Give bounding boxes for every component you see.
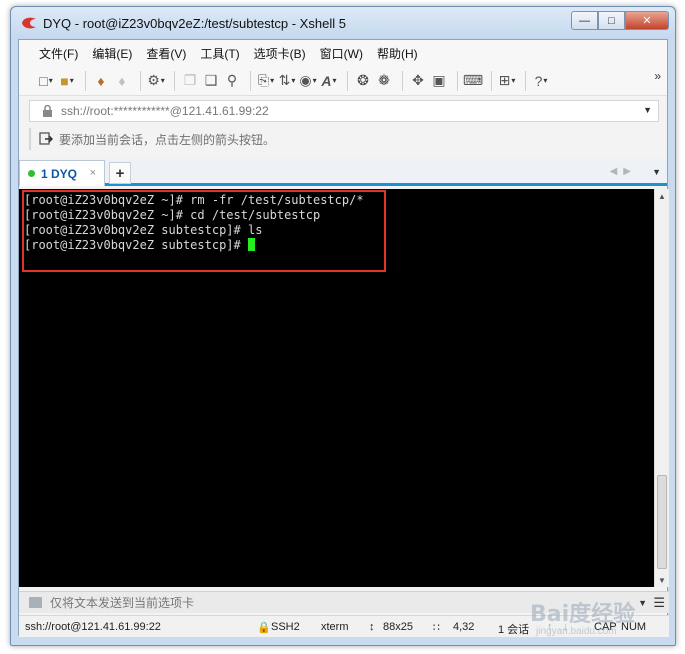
copy-icon[interactable]: ❐ [181, 72, 199, 90]
arrow-icon[interactable] [39, 132, 53, 146]
new-tab-icon[interactable]: ⊞ [498, 72, 516, 90]
open-folder-icon[interactable]: ■ [58, 72, 76, 90]
disconnect-icon[interactable]: ♦ [113, 72, 131, 90]
status-protocol: SSH2 [271, 621, 300, 633]
compose-icon [29, 597, 42, 608]
chevron-down-icon[interactable]: ▼ [638, 598, 647, 608]
menu-edit[interactable]: 编辑(E) [92, 45, 132, 62]
window-title: DYQ - root@iZ23v0bqv2eZ:/test/subtestcp … [43, 16, 346, 31]
tab-bar: 1 DYQ × + ◀▶ ▼ [19, 158, 667, 186]
keyboard-icon[interactable]: ⌨ [463, 72, 483, 90]
vertical-scrollbar[interactable]: ▲ ▼ [654, 189, 669, 587]
transfer-icon[interactable]: ⇅ [278, 72, 296, 90]
lock-icon[interactable]: ▣ [430, 72, 448, 90]
close-button[interactable]: ✕ [625, 11, 669, 30]
tab-label: 1 DYQ [41, 166, 78, 181]
status-cursor-pos: 4,32 [453, 621, 475, 633]
lock-icon [43, 105, 52, 117]
session-hint-bar: 要添加当前会话，点击左侧的箭头按钮。 [29, 128, 659, 150]
toolbar: □ ■ ♦ ♦ ⚙ ❐ ❑ ⚲ ⎘ ⇅ ◉ A ❂ ❁ ✥ ▣ ⌨ ⊞ [19, 66, 667, 96]
connected-status-icon [28, 170, 35, 177]
client-area: 文件(F) 编辑(E) 查看(V) 工具(T) 选项卡(B) 窗口(W) 帮助(… [18, 39, 669, 637]
menu-tools[interactable]: 工具(T) [200, 45, 239, 62]
toolbar-divider [85, 70, 86, 91]
address-bar[interactable]: ssh://root:************@121.41.61.99:22 … [29, 100, 659, 122]
status-term: xterm [321, 621, 349, 633]
font-icon[interactable]: A [320, 72, 338, 90]
status-down-icon[interactable]: ↓ [563, 621, 569, 633]
status-up-icon[interactable]: ↑ [547, 621, 553, 633]
xshell-app-icon [22, 17, 36, 29]
scrollbar-thumb[interactable] [657, 475, 667, 569]
menu-icon[interactable]: ☰ [653, 595, 665, 611]
chevron-down-icon[interactable]: ▼ [652, 167, 661, 177]
minimize-button[interactable]: — [571, 11, 598, 30]
globe-icon[interactable]: ◉ [299, 72, 317, 90]
toolbar-divider [457, 70, 458, 91]
cursor-pos-icon: ∷ [433, 622, 440, 634]
toolbar-divider [402, 70, 403, 91]
toolbar-divider [174, 70, 175, 91]
status-lock-icon: 🔒 [257, 622, 271, 634]
toolbar-divider [525, 70, 526, 91]
compose-placeholder: 仅将文本发送到当前选项卡 [50, 596, 195, 610]
xshell-window: DYQ - root@iZ23v0bqv2eZ:/test/subtestcp … [10, 6, 676, 646]
find-icon[interactable]: ⚲ [223, 72, 241, 90]
help-icon[interactable]: ? [532, 72, 550, 90]
xftp-icon[interactable]: ❂ [354, 72, 372, 90]
toolbar-overflow-icon[interactable]: » [654, 69, 661, 83]
reconnect-icon[interactable]: ♦ [92, 72, 110, 90]
properties-icon[interactable]: ⚙ [147, 72, 165, 90]
print-icon[interactable]: ⎘ [257, 72, 275, 90]
scroll-down-icon[interactable]: ▼ [655, 573, 669, 587]
compose-bar[interactable]: 仅将文本发送到当前选项卡 ▼ ☰ [19, 591, 669, 613]
menu-help[interactable]: 帮助(H) [377, 45, 418, 62]
resize-icon: ↕ [369, 621, 375, 633]
fullscreen-icon[interactable]: ✥ [409, 72, 427, 90]
maximize-button[interactable]: □ [598, 11, 625, 30]
status-num: NUM [621, 621, 647, 633]
highlight-annotation-box [22, 190, 386, 272]
chevron-down-icon[interactable]: ▼ [643, 105, 652, 115]
terminal-view[interactable]: [root@iZ23v0bqv2eZ ~]# rm -fr /test/subt… [19, 189, 654, 587]
menu-bar: 文件(F) 编辑(E) 查看(V) 工具(T) 选项卡(B) 窗口(W) 帮助(… [19, 40, 667, 66]
menu-view[interactable]: 查看(V) [146, 45, 186, 62]
toolbar-divider [491, 70, 492, 91]
menu-window[interactable]: 窗口(W) [320, 45, 363, 62]
toolbar-divider [140, 70, 141, 91]
paste-icon[interactable]: ❑ [202, 72, 220, 90]
status-bar: ssh://root@121.41.61.99:22 🔒 SSH2 xterm … [19, 615, 669, 637]
status-sessions: 1 会话 [498, 624, 530, 636]
add-tab-button[interactable]: + [109, 162, 131, 184]
title-bar[interactable]: DYQ - root@iZ23v0bqv2eZ:/test/subtestcp … [11, 7, 675, 39]
tab-dyq[interactable]: 1 DYQ × [19, 160, 105, 186]
menu-file[interactable]: 文件(F) [39, 45, 78, 62]
toolbar-divider [250, 70, 251, 91]
status-cap: CAP [594, 621, 617, 633]
status-size: 88x25 [383, 621, 413, 633]
address-text: ssh://root:************@121.41.61.99:22 [61, 104, 269, 118]
tunnel-icon[interactable]: ❁ [375, 72, 393, 90]
close-icon[interactable]: × [90, 167, 96, 179]
status-connection: ssh://root@121.41.61.99:22 [25, 621, 161, 633]
menu-tabs[interactable]: 选项卡(B) [254, 45, 306, 62]
session-hint-text: 要添加当前会话，点击左侧的箭头按钮。 [59, 132, 276, 147]
window-controls: — □ ✕ [571, 11, 669, 30]
new-session-icon[interactable]: □ [37, 72, 55, 90]
scroll-up-icon[interactable]: ▲ [655, 189, 669, 203]
toolbar-divider [347, 70, 348, 91]
tab-scroll-arrows[interactable]: ◀▶ [610, 166, 637, 177]
